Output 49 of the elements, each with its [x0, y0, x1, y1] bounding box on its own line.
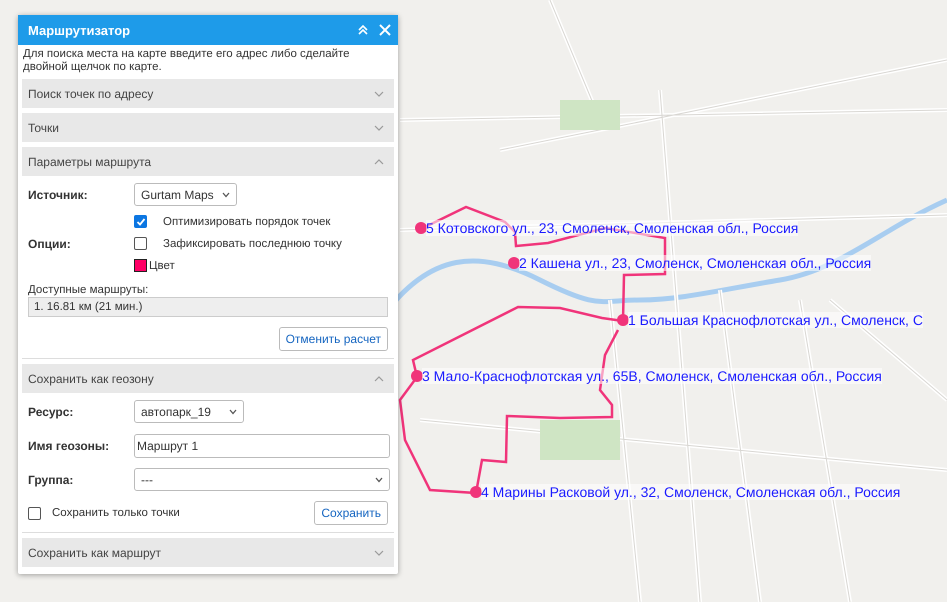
route-point-label: 5 Котовского ул., 23, Смоленск, Смоленская обл., Россия — [426, 220, 798, 236]
route-point-label: 3 Мало-Краснофлотская ул., 65В, Смоленск, Смоленская обл., Россия — [422, 368, 882, 384]
park-area — [560, 100, 620, 130]
section-header[interactable]: Сохранить как маршрут — [22, 538, 394, 567]
route-point-marker[interactable] — [508, 257, 520, 269]
source-dropdown[interactable]: Gurtam Maps — [134, 183, 237, 206]
color-swatch[interactable] — [134, 259, 147, 272]
hint-text: Для поиска места на карте введите его адрес либо сделайте двойной щелчок по карте. — [22, 47, 351, 74]
field-label: Источник: — [27, 188, 89, 202]
route-list-item[interactable]: 1. 16.81 км (21 мин.) — [28, 297, 388, 317]
checkbox[interactable] — [134, 237, 147, 250]
chevron-up-icon — [374, 374, 384, 384]
route-point-marker[interactable] — [617, 314, 629, 326]
color-label: Цвет — [149, 260, 175, 272]
close-icon[interactable] — [378, 23, 392, 37]
checkbox-label: Оптимизировать порядок точек — [163, 216, 330, 228]
route-point-label: 4 Марины Расковой ул., 32, Смоленск, Смоленская обл., Россия — [481, 484, 900, 500]
checkbox-label: Зафиксировать последнюю точку — [163, 238, 342, 250]
panel-title: Маршрутизатор — [28, 22, 132, 38]
routes-label: Доступные маршруты: — [27, 283, 150, 296]
field-label: Опции: — [27, 236, 72, 250]
caret-icon — [228, 408, 237, 414]
route-point-marker[interactable] — [411, 370, 423, 382]
field-label: Группа: — [27, 472, 74, 486]
checkbox[interactable] — [28, 506, 41, 520]
caret-icon — [375, 476, 383, 482]
field-label: Ресурс: — [27, 404, 74, 418]
resource-dropdown[interactable]: автопарк_19 — [134, 400, 244, 423]
chevron-down-icon — [374, 548, 384, 558]
field-label: Имя геозоны: — [27, 439, 110, 453]
section-header[interactable]: Сохранить как геозону — [22, 364, 394, 393]
checkbox[interactable] — [134, 215, 147, 228]
route-point-marker[interactable] — [470, 486, 482, 498]
cancel-calculation-button[interactable]: Отменить расчет — [278, 327, 388, 351]
collapse-icon[interactable] — [356, 23, 370, 37]
chevron-down-icon — [374, 88, 384, 98]
section-header[interactable]: Точки — [22, 113, 394, 142]
geofence-name-field[interactable]: Маршрут 1 — [134, 434, 390, 458]
section-header[interactable]: Параметры маршрута — [22, 147, 394, 176]
route-point-label: 2 Кашена ул., 23, Смоленск, Смоленская обл., Россия — [519, 255, 872, 271]
save-button[interactable]: Сохранить — [314, 501, 388, 525]
chevron-up-icon — [374, 156, 384, 166]
route-point-label: 1 Большая Краснофлотская ул., Смоленск, С — [628, 312, 923, 328]
group-dropdown[interactable]: --- — [134, 468, 390, 491]
checkbox-label: Сохранить только точки — [52, 507, 180, 519]
caret-icon — [222, 192, 230, 198]
chevron-down-icon — [374, 122, 384, 132]
route-point-marker[interactable] — [415, 222, 427, 234]
section-header[interactable]: Поиск точек по адресу — [22, 79, 394, 108]
